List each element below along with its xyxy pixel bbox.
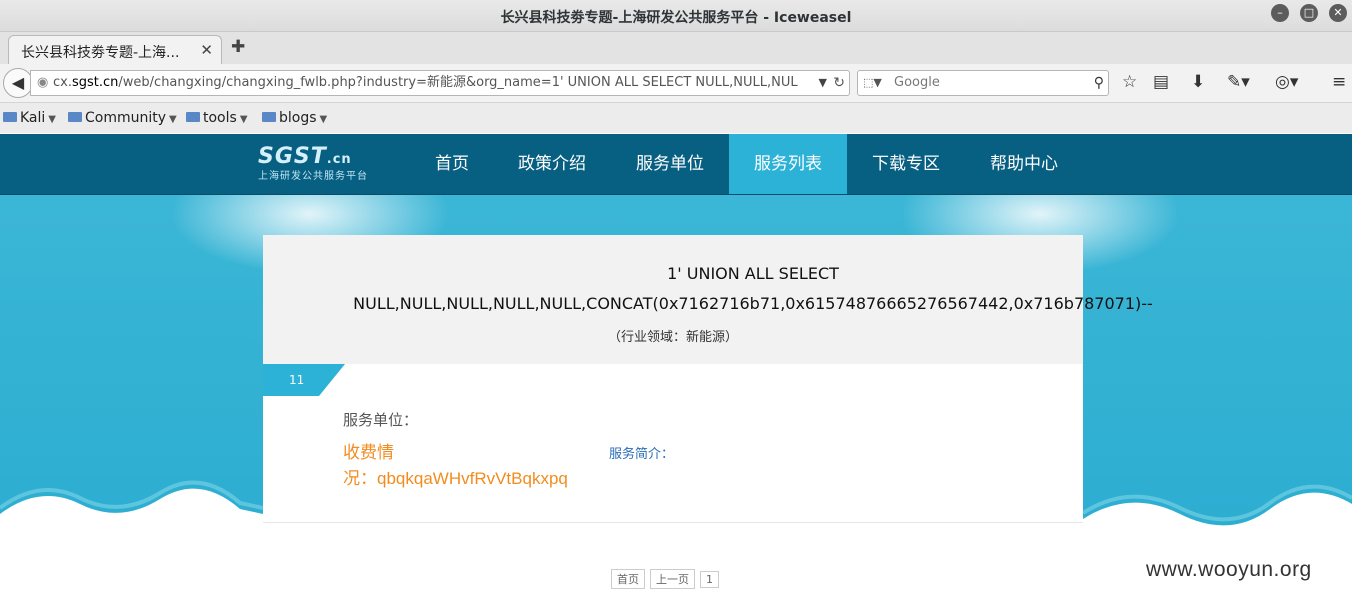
pagination: 首页 上一页 1	[611, 569, 724, 589]
nav-help[interactable]: 帮助中心	[977, 134, 1071, 194]
pager-page-1[interactable]: 1	[700, 571, 719, 588]
navigation-toolbar: ◀ ◉ cx.sgst.cn/web/changxing/changxing_f…	[0, 64, 1352, 103]
watermark: www.wooyun.org	[1146, 558, 1312, 581]
nav-downloads[interactable]: 下载专区	[859, 134, 953, 194]
web-page: SGST.cn 上海研发公共服务平台 首页 政策介绍 服务单位 服务列表 下载专…	[0, 134, 1352, 602]
url-dropdown-icon[interactable]: ▼	[819, 71, 827, 95]
bookmark-tools[interactable]: tools ▼	[186, 110, 248, 126]
tab-active[interactable]: 长兴县科技劵专题-上海... ✕	[8, 35, 222, 65]
tab-close-icon[interactable]: ✕	[200, 41, 213, 59]
folder-icon	[68, 112, 82, 122]
addon-icon[interactable]: ◎▾	[1275, 72, 1298, 92]
window-title: 长兴县科技劵专题-上海研发公共服务平台 - Iceweasel	[500, 10, 852, 26]
result-card: 1' UNION ALL SELECT NULL,NULL,NULL,NULL,…	[263, 235, 1153, 602]
pager-first[interactable]: 首页	[611, 569, 645, 589]
service-unit-label: 服务单位：	[343, 411, 419, 429]
back-arrow-icon[interactable]: ◀	[3, 68, 33, 98]
nav-service-list[interactable]: 服务列表	[729, 134, 847, 194]
result-header: 1' UNION ALL SELECT NULL,NULL,NULL,NULL,…	[263, 235, 1153, 364]
menu-icon[interactable]: ≡	[1332, 72, 1346, 92]
divider	[263, 522, 1083, 523]
bookmark-star-icon[interactable]: ☆	[1122, 72, 1137, 92]
close-window-icon[interactable]: ✕	[1329, 4, 1347, 22]
url-bar[interactable]: ◉ cx.sgst.cn/web/changxing/changxing_fwl…	[30, 70, 850, 96]
search-engine-icon[interactable]: ⬚▼	[863, 71, 882, 95]
bookmarks-toolbar: Kali ▼ Community ▼ tools ▼ blogs ▼	[0, 103, 1352, 133]
new-tab-icon[interactable]: ✚	[231, 37, 245, 57]
nav-service-units[interactable]: 服务单位	[623, 134, 717, 194]
fee-info: 收费情 况：qbqkqaWHvfRvVtBqkxpq	[343, 443, 568, 489]
pager-prev[interactable]: 上一页	[650, 569, 695, 589]
window-titlebar: 长兴县科技劵专题-上海研发公共服务平台 - Iceweasel – □ ✕	[0, 0, 1352, 32]
folder-icon	[262, 112, 276, 122]
folder-icon	[186, 112, 200, 122]
nav-home[interactable]: 首页	[417, 134, 487, 194]
result-title: 1' UNION ALL SELECT NULL,NULL,NULL,NULL,…	[353, 264, 1153, 313]
minimize-icon[interactable]: –	[1271, 4, 1289, 22]
download-icon[interactable]: ⬇	[1191, 72, 1205, 92]
site-navigation: SGST.cn 上海研发公共服务平台 首页 政策介绍 服务单位 服务列表 下载专…	[0, 134, 1352, 195]
result-count: 11	[289, 373, 305, 387]
maximize-icon[interactable]: □	[1300, 4, 1318, 22]
bookmarks-menu-icon[interactable]: ▤	[1153, 72, 1169, 92]
search-placeholder: Google	[894, 75, 940, 90]
site-logo[interactable]: SGST.cn 上海研发公共服务平台	[258, 144, 368, 182]
bookmark-kali[interactable]: Kali ▼	[3, 110, 56, 126]
search-icon[interactable]: ⚲	[1094, 71, 1104, 95]
tab-bar: 长兴县科技劵专题-上海... ✕	[0, 32, 1352, 65]
globe-icon: ◉	[37, 75, 49, 90]
service-intro-label: 服务简介：	[609, 447, 675, 462]
extension-icon[interactable]: ✎▾	[1227, 72, 1250, 92]
reload-icon[interactable]: ↻	[833, 71, 845, 95]
search-input[interactable]: ⬚▼ Google ⚲	[857, 70, 1109, 96]
tab-title: 长兴县科技劵专题-上海...	[21, 45, 180, 61]
url-text: cx.sgst.cn/web/changxing/changxing_fwlb.…	[53, 75, 798, 90]
nav-policy[interactable]: 政策介绍	[505, 134, 599, 194]
bookmark-community[interactable]: Community ▼	[68, 110, 177, 126]
industry-label: （行业领域：新能源）	[607, 330, 738, 345]
fee-value: qbqkqaWHvfRvVtBqkxpq	[377, 469, 568, 488]
folder-icon	[3, 112, 17, 122]
bookmark-blogs[interactable]: blogs ▼	[262, 110, 327, 126]
